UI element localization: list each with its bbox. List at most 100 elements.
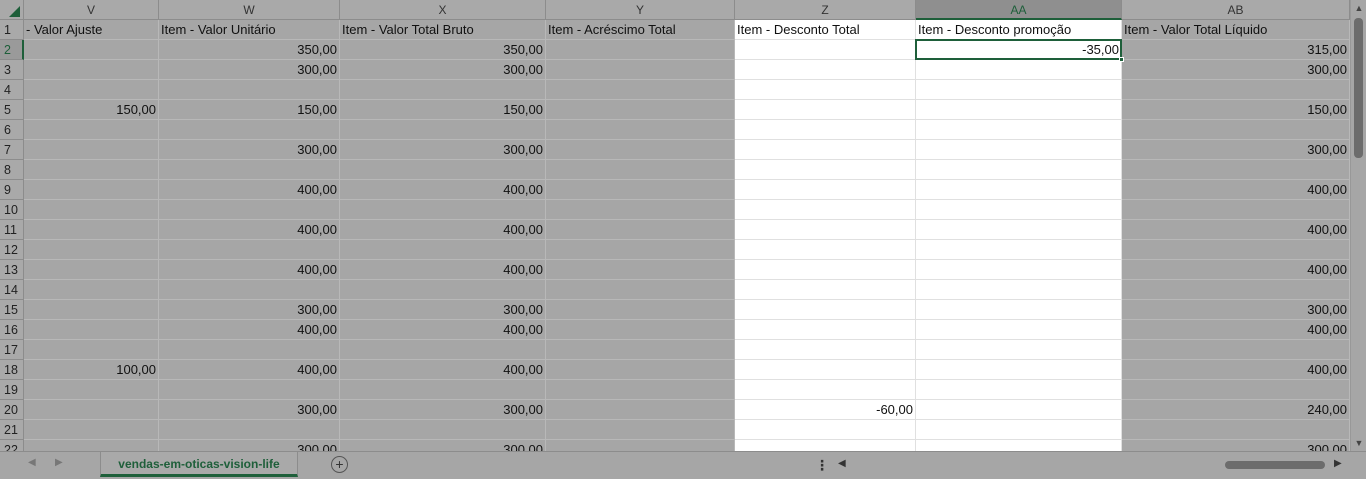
- table-cell[interactable]: 400,00: [159, 220, 340, 240]
- table-cell[interactable]: [546, 300, 735, 320]
- table-cell[interactable]: [24, 80, 159, 100]
- table-cell[interactable]: 300,00: [159, 140, 340, 160]
- scroll-up-arrow-icon[interactable]: ▲: [1351, 0, 1366, 16]
- horizontal-scroll-thumb[interactable]: [1225, 461, 1325, 469]
- column-header-cell[interactable]: Item - Desconto promoção: [916, 20, 1122, 40]
- table-cell[interactable]: [916, 80, 1122, 100]
- table-cell[interactable]: [735, 380, 916, 400]
- column-header-cell[interactable]: Item - Valor Total Líquido: [1122, 20, 1350, 40]
- table-cell[interactable]: [546, 100, 735, 120]
- table-cell[interactable]: [916, 60, 1122, 80]
- table-cell[interactable]: [159, 280, 340, 300]
- table-cell[interactable]: [1122, 380, 1350, 400]
- row-number-12[interactable]: 12: [0, 240, 24, 260]
- row-number-13[interactable]: 13: [0, 260, 24, 280]
- row-number-21[interactable]: 21: [0, 420, 24, 440]
- table-cell[interactable]: [735, 340, 916, 360]
- table-cell[interactable]: [546, 280, 735, 300]
- table-cell[interactable]: [546, 80, 735, 100]
- table-cell[interactable]: 100,00: [24, 360, 159, 380]
- table-cell[interactable]: [1122, 280, 1350, 300]
- table-cell[interactable]: [916, 400, 1122, 420]
- table-cell[interactable]: [159, 80, 340, 100]
- fill-handle[interactable]: [1119, 57, 1124, 62]
- table-cell[interactable]: -60,00: [735, 400, 916, 420]
- table-cell[interactable]: [24, 220, 159, 240]
- table-cell[interactable]: [1122, 80, 1350, 100]
- table-cell[interactable]: [916, 420, 1122, 440]
- table-cell[interactable]: 300,00: [1122, 300, 1350, 320]
- vertical-scrollbar[interactable]: ▲ ▼: [1350, 0, 1366, 451]
- table-cell[interactable]: [735, 60, 916, 80]
- row-number-6[interactable]: 6: [0, 120, 24, 140]
- table-cell[interactable]: 400,00: [1122, 180, 1350, 200]
- table-cell[interactable]: [735, 140, 916, 160]
- row-number-14[interactable]: 14: [0, 280, 24, 300]
- table-cell[interactable]: 300,00: [340, 400, 546, 420]
- table-cell[interactable]: 400,00: [340, 320, 546, 340]
- table-cell[interactable]: [916, 180, 1122, 200]
- table-cell[interactable]: 400,00: [1122, 220, 1350, 240]
- table-cell[interactable]: 350,00: [159, 40, 340, 60]
- next-sheet-arrow-icon[interactable]: ▶: [55, 457, 63, 468]
- table-cell[interactable]: [24, 60, 159, 80]
- table-cell[interactable]: [916, 220, 1122, 240]
- table-cell[interactable]: [735, 260, 916, 280]
- table-cell[interactable]: [24, 440, 159, 451]
- table-cell[interactable]: -35,00: [916, 40, 1122, 60]
- table-cell[interactable]: [916, 360, 1122, 380]
- table-cell[interactable]: [916, 380, 1122, 400]
- table-cell[interactable]: [735, 40, 916, 60]
- row-number-8[interactable]: 8: [0, 160, 24, 180]
- table-cell[interactable]: 300,00: [340, 440, 546, 451]
- table-cell[interactable]: [735, 200, 916, 220]
- table-cell[interactable]: 400,00: [1122, 260, 1350, 280]
- table-cell[interactable]: 400,00: [340, 260, 546, 280]
- table-cell[interactable]: [916, 340, 1122, 360]
- table-cell[interactable]: [1122, 420, 1350, 440]
- table-cell[interactable]: [159, 240, 340, 260]
- row-number-20[interactable]: 20: [0, 400, 24, 420]
- table-cell[interactable]: [1122, 340, 1350, 360]
- table-cell[interactable]: 400,00: [159, 360, 340, 380]
- table-cell[interactable]: [546, 340, 735, 360]
- table-cell[interactable]: 300,00: [1122, 440, 1350, 451]
- table-cell[interactable]: 150,00: [159, 100, 340, 120]
- column-letter-w[interactable]: W: [159, 0, 340, 20]
- table-cell[interactable]: [916, 160, 1122, 180]
- table-cell[interactable]: [735, 420, 916, 440]
- more-options-icon[interactable]: ⋮: [815, 457, 829, 474]
- table-cell[interactable]: [735, 100, 916, 120]
- table-cell[interactable]: [1122, 160, 1350, 180]
- row-number-18[interactable]: 18: [0, 360, 24, 380]
- table-cell[interactable]: [735, 220, 916, 240]
- table-cell[interactable]: [24, 260, 159, 280]
- table-cell[interactable]: [735, 120, 916, 140]
- table-cell[interactable]: [24, 320, 159, 340]
- table-cell[interactable]: 400,00: [340, 180, 546, 200]
- select-all-triangle-icon[interactable]: [9, 6, 20, 17]
- prev-sheet-arrow-icon[interactable]: ◀: [28, 457, 36, 468]
- table-cell[interactable]: [916, 320, 1122, 340]
- table-cell[interactable]: [735, 180, 916, 200]
- table-cell[interactable]: 300,00: [1122, 60, 1350, 80]
- column-header-cell[interactable]: Item - Desconto Total: [735, 20, 916, 40]
- scroll-right-arrow-icon[interactable]: ▶: [1334, 458, 1342, 469]
- table-cell[interactable]: [340, 420, 546, 440]
- table-cell[interactable]: [24, 280, 159, 300]
- table-cell[interactable]: [546, 220, 735, 240]
- table-cell[interactable]: 350,00: [340, 40, 546, 60]
- table-cell[interactable]: [24, 140, 159, 160]
- row-number-11[interactable]: 11: [0, 220, 24, 240]
- select-all-corner[interactable]: [0, 0, 24, 20]
- column-letter-aa[interactable]: AA: [916, 0, 1122, 20]
- table-cell[interactable]: [24, 420, 159, 440]
- table-cell[interactable]: 300,00: [340, 60, 546, 80]
- table-cell[interactable]: [735, 300, 916, 320]
- column-header-cell[interactable]: - Valor Ajuste: [24, 20, 159, 40]
- row-number-1[interactable]: 1: [0, 20, 24, 40]
- table-cell[interactable]: [546, 380, 735, 400]
- table-cell[interactable]: 300,00: [1122, 140, 1350, 160]
- table-cell[interactable]: [546, 120, 735, 140]
- table-cell[interactable]: [340, 280, 546, 300]
